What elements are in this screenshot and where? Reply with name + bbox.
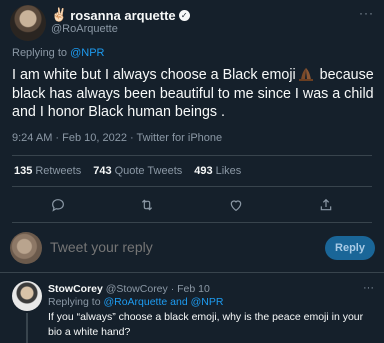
tweet-timestamp[interactable]: 9:24 AM · Feb 10, 2022 · Twitter for iPh…: [12, 132, 222, 144]
reply-author-handle[interactable]: @StowCorey: [106, 283, 168, 295]
reply-replying-links[interactable]: @RoArquette and @NPR: [103, 296, 223, 308]
author-avatar[interactable]: [10, 5, 46, 41]
reply-input[interactable]: [50, 239, 250, 255]
author-name: rosanna arquette: [70, 7, 176, 23]
tweet-text-start: I am white but I always choose a Black e…: [12, 67, 296, 83]
reply-replying-to: Replying to @RoArquette and @NPR: [48, 296, 223, 308]
divider: [12, 155, 372, 156]
reply-date[interactable]: Feb 10: [177, 283, 210, 295]
divider: [12, 186, 372, 187]
author-display-name[interactable]: ✌🏻 rosanna arquette ✓: [51, 7, 190, 23]
replying-to: Replying to @NPR: [12, 47, 105, 59]
divider: [0, 272, 384, 273]
retweets-stat[interactable]: 135 Retweets: [14, 165, 81, 177]
reply-avatar[interactable]: [12, 281, 42, 311]
like-icon[interactable]: [223, 192, 249, 218]
retweet-icon[interactable]: [134, 192, 160, 218]
tweet-text: I am white but I always choose a Black e…: [12, 66, 376, 122]
reply-button[interactable]: Reply: [325, 236, 375, 260]
tweet-stats: 135 Retweets 743 Quote Tweets 493 Likes: [14, 165, 241, 177]
divider: [12, 222, 372, 223]
quote-tweets-stat[interactable]: 743 Quote Tweets: [93, 165, 182, 177]
replying-to-link[interactable]: @NPR: [70, 47, 104, 59]
thread-line: [26, 313, 28, 343]
tweet-actions: [0, 192, 384, 218]
reply-separator: ·: [170, 283, 175, 295]
reply-icon[interactable]: [45, 192, 71, 218]
praying-hands-emoji-icon: [298, 68, 313, 81]
likes-stat[interactable]: 493 Likes: [194, 165, 241, 177]
user-avatar[interactable]: [10, 232, 42, 264]
reply-author-name[interactable]: StowCorey: [48, 283, 103, 295]
reply-composer: Reply: [0, 228, 384, 268]
author-handle[interactable]: @RoArquette: [51, 23, 118, 35]
reply-tweet[interactable]: StowCorey @StowCorey · Feb 10 ··· Replyi…: [0, 279, 384, 343]
share-icon[interactable]: [313, 192, 339, 218]
peace-emoji: ✌🏻: [51, 7, 68, 22]
more-options-icon[interactable]: ···: [359, 6, 374, 20]
reply-more-options-icon[interactable]: ···: [363, 282, 374, 294]
reply-header: StowCorey @StowCorey · Feb 10: [48, 283, 210, 295]
reply-replying-label: Replying to: [48, 296, 101, 308]
reply-text: If you “always” choose a black emoji, wh…: [48, 311, 364, 338]
tweet-author: ✌🏻 rosanna arquette ✓ @RoArquette ···: [0, 0, 384, 44]
replying-to-label: Replying to: [12, 47, 68, 59]
verified-badge-icon: ✓: [178, 9, 190, 21]
